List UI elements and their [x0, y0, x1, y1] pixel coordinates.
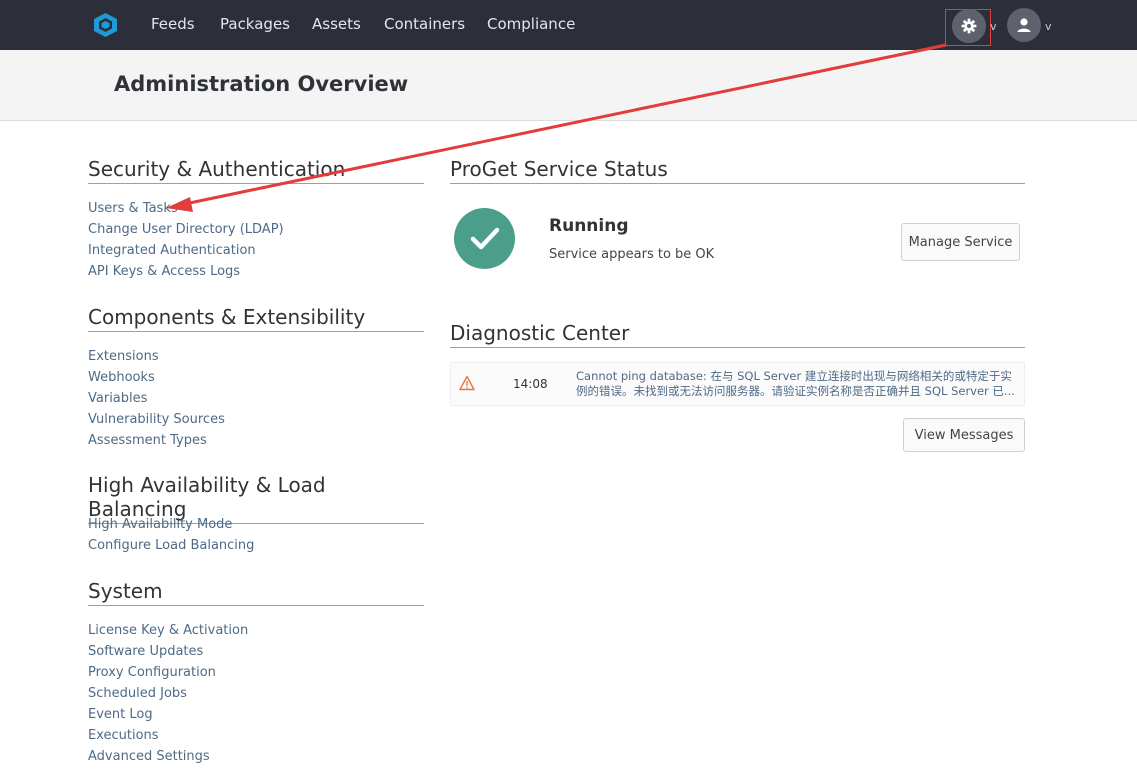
nav-assets[interactable]: Assets [312, 0, 361, 50]
diagnostic-message-row[interactable]: 14:08 Cannot ping database: 在与 SQL Serve… [450, 362, 1025, 406]
page-header: Administration Overview [0, 50, 1137, 121]
link-high-availability-mode[interactable]: High Availability Mode [88, 517, 232, 533]
nav-packages[interactable]: Packages [220, 0, 290, 50]
link-webhooks[interactable]: Webhooks [88, 370, 155, 386]
user-icon [1017, 18, 1031, 32]
admin-settings-button[interactable] [952, 9, 986, 43]
diagnostic-message-text[interactable]: Cannot ping database: 在与 SQL Server 建立连接… [576, 369, 1019, 400]
link-license-key[interactable]: License Key & Activation [88, 623, 248, 639]
view-messages-button[interactable]: View Messages [903, 418, 1025, 452]
link-configure-load-balancing[interactable]: Configure Load Balancing [88, 538, 254, 554]
diagnostic-center-title: Diagnostic Center [450, 321, 1025, 348]
user-menu-button[interactable] [1007, 8, 1041, 42]
link-event-log[interactable]: Event Log [88, 707, 153, 723]
section-components-title: Components & Extensibility [88, 305, 424, 332]
link-users-tasks[interactable]: Users & Tasks [88, 201, 178, 217]
link-extensions[interactable]: Extensions [88, 349, 159, 365]
link-vulnerability-sources[interactable]: Vulnerability Sources [88, 412, 225, 428]
service-status-title: ProGet Service Status [450, 157, 1025, 184]
status-ok-badge [454, 208, 515, 269]
link-software-updates[interactable]: Software Updates [88, 644, 203, 660]
logo-icon[interactable] [93, 12, 118, 38]
link-variables[interactable]: Variables [88, 391, 147, 407]
manage-service-button[interactable]: Manage Service [901, 223, 1020, 261]
nav-compliance[interactable]: Compliance [487, 0, 575, 50]
gear-icon [961, 18, 977, 34]
check-icon [470, 227, 499, 249]
link-integrated-authentication[interactable]: Integrated Authentication [88, 243, 256, 259]
link-api-keys[interactable]: API Keys & Access Logs [88, 264, 240, 280]
diagnostic-time: 14:08 [513, 377, 548, 391]
section-system-title: System [88, 579, 424, 606]
link-scheduled-jobs[interactable]: Scheduled Jobs [88, 686, 187, 702]
service-state: Running [549, 216, 629, 236]
page-title: Administration Overview [114, 72, 409, 96]
nav-feeds[interactable]: Feeds [151, 0, 195, 50]
user-menu-caret[interactable]: v [1045, 20, 1052, 33]
link-advanced-settings[interactable]: Advanced Settings [88, 749, 210, 765]
nav-containers[interactable]: Containers [384, 0, 465, 50]
link-executions[interactable]: Executions [88, 728, 159, 744]
section-security-title: Security & Authentication [88, 157, 424, 184]
link-proxy-configuration[interactable]: Proxy Configuration [88, 665, 216, 681]
top-navbar: Feeds Packages Assets Containers Complia… [0, 0, 1137, 50]
warning-icon [459, 375, 475, 391]
link-change-user-directory[interactable]: Change User Directory (LDAP) [88, 222, 284, 238]
service-description: Service appears to be OK [549, 247, 715, 262]
admin-menu-caret[interactable]: v [990, 20, 997, 33]
link-assessment-types[interactable]: Assessment Types [88, 433, 207, 449]
